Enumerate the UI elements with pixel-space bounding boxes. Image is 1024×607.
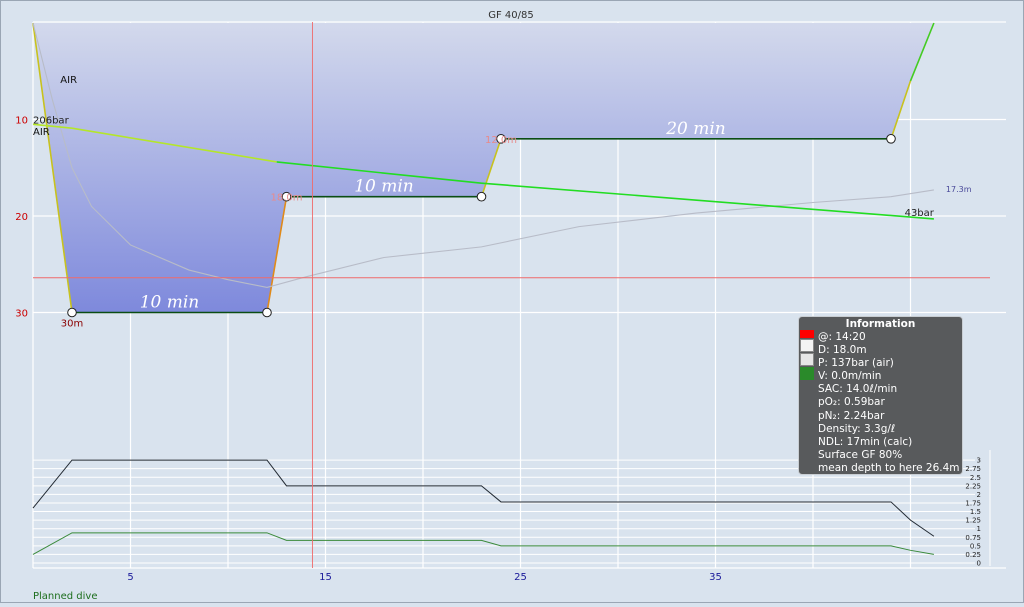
ceiling-end-label: 17.3m	[946, 185, 972, 194]
depth-tick-label: 20	[15, 212, 28, 223]
pressure-end-label: 43bar	[905, 208, 935, 219]
planned-dive-label: Planned dive	[33, 591, 98, 602]
tissue-tick-label: 2	[977, 491, 981, 499]
waypoint-handle	[476, 191, 487, 202]
tissue-tick-label: 1.5	[970, 508, 981, 516]
time-tick-label: 35	[709, 572, 722, 583]
information-line: D: 18.0m	[818, 344, 867, 357]
depth-tick-label: 30	[15, 309, 28, 320]
waypoint-depth-label: 18.0m	[270, 193, 302, 204]
gas-label: AIR	[33, 127, 50, 138]
tissue-tick-label: 3	[977, 457, 981, 465]
segment-duration-label: 10 min	[354, 177, 414, 197]
information-line: SAC: 14.0ℓ/min	[818, 383, 898, 396]
time-tick-label: 25	[514, 572, 527, 583]
velocity-icon	[800, 367, 814, 380]
tissue-tick-label: 0.75	[965, 534, 981, 542]
tissue-series-line	[32, 532, 934, 555]
time-tick-label: 15	[319, 572, 332, 583]
waypoint-handle	[67, 307, 77, 318]
information-line: NDL: 17min (calc)	[818, 435, 913, 448]
segment-duration-label: 20 min	[665, 119, 726, 139]
waypoint-depth-label: 12.0m	[485, 135, 517, 146]
depth-profile	[32, 22, 935, 314]
tissue-tick-label: 2.75	[965, 465, 981, 473]
information-title: Information	[845, 318, 916, 330]
information-line: pO₂: 0.59bar	[818, 396, 885, 409]
tissue-tick-label: 0	[977, 560, 981, 568]
segment-duration-label: 10 min	[140, 293, 200, 313]
information-line: @: 14:20	[818, 331, 866, 343]
depth-tick-label: 10	[15, 116, 28, 127]
tissue-tick-label: 1	[977, 525, 981, 533]
pressure-line	[481, 182, 934, 220]
information-icons	[800, 330, 816, 380]
waypoint-handle	[886, 134, 896, 144]
depth-box-icon	[800, 339, 814, 352]
chart-title: GF 40/85	[488, 10, 534, 21]
tissue-tick-label: 0.25	[965, 551, 981, 559]
information-line: pN₂: 2.24bar	[818, 409, 885, 422]
pressure-box-icon	[800, 353, 814, 366]
information-line: Density: 3.3g/ℓ	[818, 422, 896, 435]
information-line: P: 137bar (air)	[818, 357, 894, 370]
tissue-tick-label: 1.75	[965, 499, 981, 507]
tissue-tick-label: 0.5	[970, 542, 981, 550]
time-tick-label: 5	[127, 572, 133, 583]
tissue-tick-label: 2.25	[965, 482, 981, 490]
information-panel[interactable]: Information @: 14:20 D: 18.0m P: 137bar (a…	[798, 316, 963, 475]
pressure-start-label: 206bar	[33, 115, 70, 126]
information-line: Surface GF 80%	[818, 448, 903, 461]
information-line: V: 0.0m/min	[818, 370, 882, 383]
tissue-tick-label: 1.25	[965, 517, 981, 525]
depth-marker-icon	[800, 330, 814, 338]
waypoint-depth-label: 30m	[61, 319, 83, 330]
tissue-tick-label: 2.5	[970, 474, 981, 482]
dive-profile-chart[interactable]: 17.3m 206bar 43bar AIR AIR 10 min 10 min 20 min…	[0, 0, 1024, 603]
waypoint-handle	[262, 307, 272, 318]
dive-profile-view: 17.3m 206bar 43bar AIR AIR 10 min 10 min 20 min…	[0, 0, 1024, 603]
information-lines: @: 14:20 D: 18.0m P: 137bar (air) V: 0.0m/m…	[818, 331, 960, 475]
gas-label: AIR	[60, 75, 77, 86]
profile-area	[33, 23, 934, 313]
information-line: mean depth to here 26.4m	[818, 461, 960, 474]
